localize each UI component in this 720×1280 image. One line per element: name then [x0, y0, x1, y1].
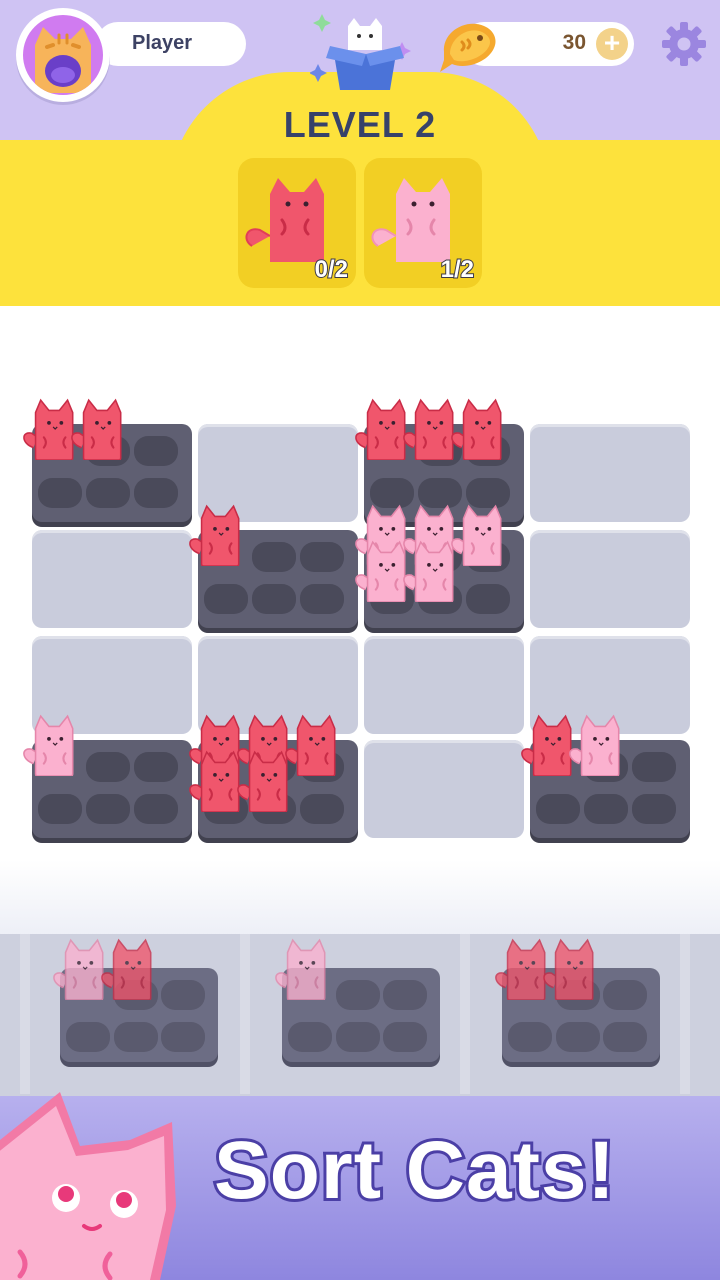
player-name: Player [132, 32, 193, 54]
tray-slot [252, 584, 297, 614]
tray-slot [300, 794, 345, 824]
tray-slot [300, 542, 345, 572]
tray-slot [38, 478, 83, 508]
tray-slot [300, 584, 345, 614]
tray-slot [134, 478, 179, 508]
empty-cell[interactable] [530, 424, 690, 522]
plus-icon[interactable]: + [596, 28, 628, 60]
tray-slot [335, 1022, 380, 1052]
tray-slot [603, 980, 648, 1010]
tray-slot [555, 1022, 600, 1052]
tray-slot [161, 1022, 206, 1052]
tray-slot [383, 1022, 428, 1052]
tagline: Sort Cats! [211, 1122, 618, 1219]
fish-coin-icon [440, 23, 496, 73]
pink-cat-icon [569, 714, 620, 776]
goal-card-pink: 1/2 [364, 158, 482, 288]
red-cat-icon [189, 504, 240, 566]
red-cat-icon [71, 398, 122, 460]
red-cat-icon [543, 938, 594, 1000]
shelf-stripe [460, 934, 470, 1094]
big-pink-cat-icon [0, 1092, 176, 1280]
tray-slot [603, 1022, 648, 1052]
tray-slot [113, 1022, 158, 1052]
coin-value: 30 [562, 31, 586, 54]
tray-slot [134, 794, 179, 824]
pink-cat-goal-icon [371, 178, 450, 262]
tray-slot [335, 980, 380, 1010]
pink-cat-icon [403, 540, 454, 602]
tray-slot [66, 1022, 111, 1052]
red-cat-icon [101, 938, 152, 1000]
level-title: LEVEL 2 [283, 104, 437, 145]
tray-slot [584, 794, 629, 824]
tray-slot [466, 584, 511, 614]
tray-slot [288, 1022, 333, 1052]
goal-count-red: 0/2 [314, 255, 349, 284]
gear-icon[interactable] [660, 20, 708, 68]
tray-slot [632, 752, 677, 782]
cat-box-icon [310, 14, 411, 90]
tray-slot [252, 542, 297, 572]
pink-cat-icon [23, 714, 74, 776]
tray-slot [536, 794, 581, 824]
tray-slot [632, 794, 677, 824]
red-cat-icon [451, 398, 502, 460]
red-cat-icon [237, 750, 288, 812]
player-name-pill[interactable]: Player [96, 22, 246, 66]
tray-slot [204, 584, 249, 614]
tray-slot [86, 752, 131, 782]
tray-slot [86, 794, 131, 824]
tray-slot [508, 1022, 553, 1052]
empty-cell[interactable] [364, 740, 524, 838]
shelf-stripe [240, 934, 250, 1094]
empty-cell[interactable] [530, 530, 690, 628]
tray-slot [38, 794, 83, 824]
empty-cell[interactable] [364, 636, 524, 734]
player-avatar[interactable] [16, 8, 110, 102]
empty-cell[interactable] [32, 530, 192, 628]
goal-card-red: 0/2 [238, 158, 356, 288]
shelf-stripe [20, 934, 30, 1094]
board-fade [0, 860, 720, 940]
tray-slot [383, 980, 428, 1010]
goal-count-pink: 1/2 [440, 255, 475, 284]
avatar-cat-icon [23, 15, 103, 95]
tray-slot [86, 478, 131, 508]
tray-slot [134, 752, 179, 782]
tray-slot [134, 436, 179, 466]
pink-cat-icon [275, 938, 326, 1000]
shelf-stripe [680, 934, 690, 1094]
tray-slot [161, 980, 206, 1010]
goal-band [0, 140, 720, 306]
red-cat-goal-icon [245, 178, 324, 262]
